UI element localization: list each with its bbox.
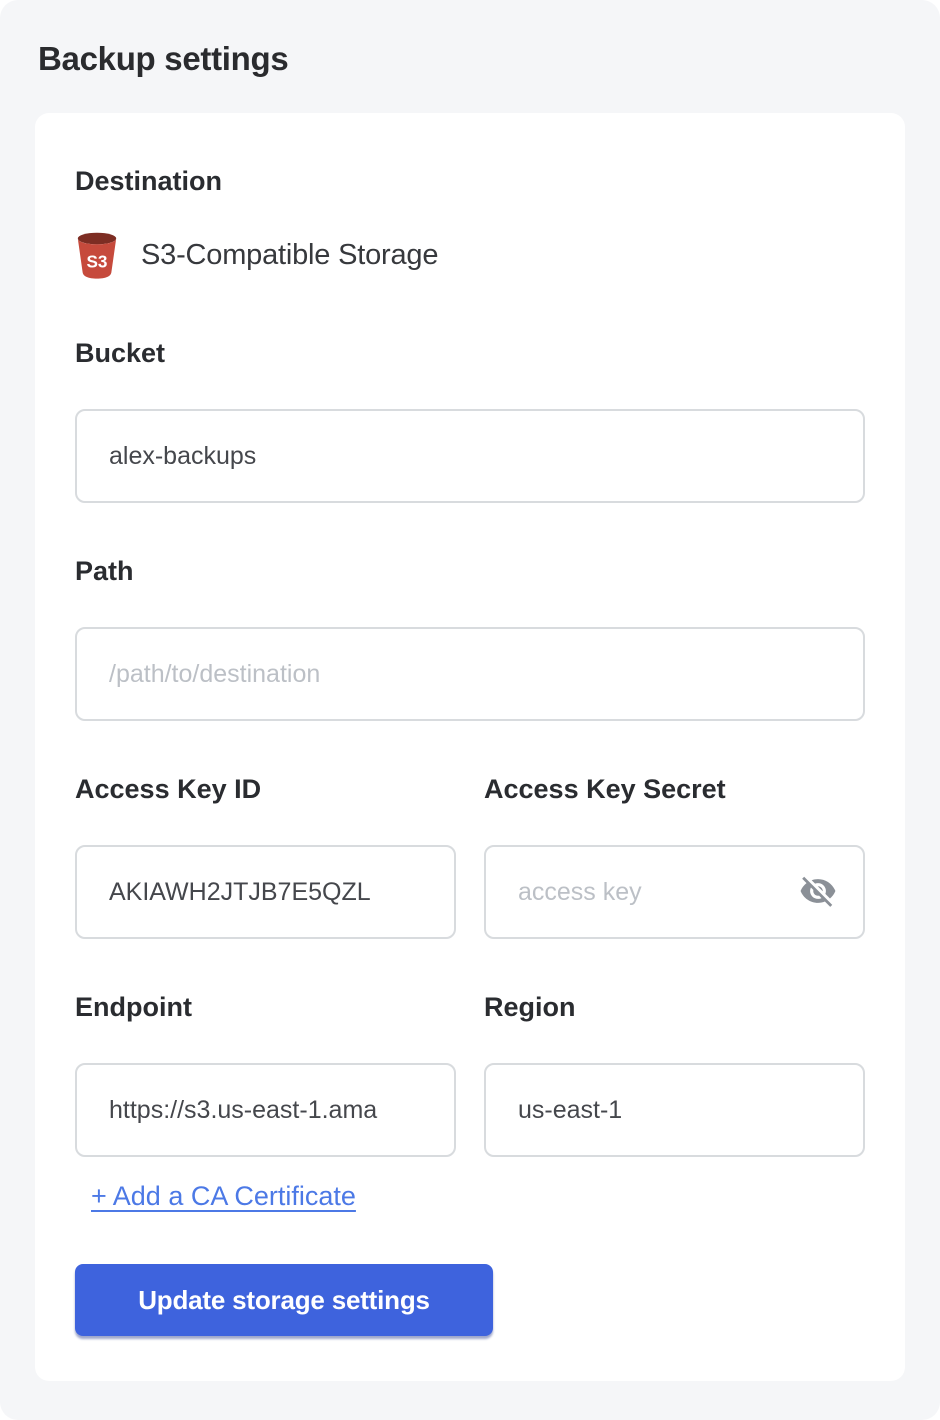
destination-row: S3 S3-Compatible Storage xyxy=(75,231,865,279)
update-storage-settings-button[interactable]: Update storage settings xyxy=(75,1264,493,1336)
endpoint-region-row: Endpoint Region xyxy=(75,992,865,1157)
endpoint-input[interactable] xyxy=(75,1063,456,1157)
add-ca-certificate-link[interactable]: + Add a CA Certificate xyxy=(91,1181,356,1212)
destination-label: Destination xyxy=(75,165,865,198)
bucket-input[interactable] xyxy=(75,409,865,503)
access-key-secret-label: Access Key Secret xyxy=(484,774,865,805)
endpoint-field: Endpoint xyxy=(75,992,456,1157)
path-label: Path xyxy=(75,556,865,587)
region-label: Region xyxy=(484,992,865,1023)
endpoint-label: Endpoint xyxy=(75,992,456,1023)
bucket-label: Bucket xyxy=(75,338,865,369)
access-key-id-input[interactable] xyxy=(75,845,456,939)
page-title: Backup settings xyxy=(38,40,905,78)
access-key-secret-input-wrap xyxy=(484,845,865,939)
path-field: Path xyxy=(75,556,865,721)
toggle-secret-visibility-button[interactable] xyxy=(797,871,839,913)
svg-text:S3: S3 xyxy=(87,251,108,271)
eye-slash-icon xyxy=(799,872,837,913)
access-key-labels-and-inputs: Access Key ID Access Key Secret xyxy=(75,774,865,939)
destination-value: S3-Compatible Storage xyxy=(141,239,438,272)
region-input[interactable] xyxy=(484,1063,865,1157)
path-input[interactable] xyxy=(75,627,865,721)
backup-settings-card: Destination S3 S3-Compatible Storage Buc… xyxy=(35,113,905,1381)
access-key-secret-field: Access Key Secret xyxy=(484,774,865,939)
access-key-id-label: Access Key ID xyxy=(75,774,456,805)
region-field: Region xyxy=(484,992,865,1157)
backup-settings-page: Backup settings Destination S3 S3-Compat… xyxy=(0,0,940,1420)
access-key-id-field: Access Key ID xyxy=(75,774,456,939)
s3-bucket-icon: S3 xyxy=(75,231,119,279)
bucket-field: Bucket xyxy=(75,338,865,503)
